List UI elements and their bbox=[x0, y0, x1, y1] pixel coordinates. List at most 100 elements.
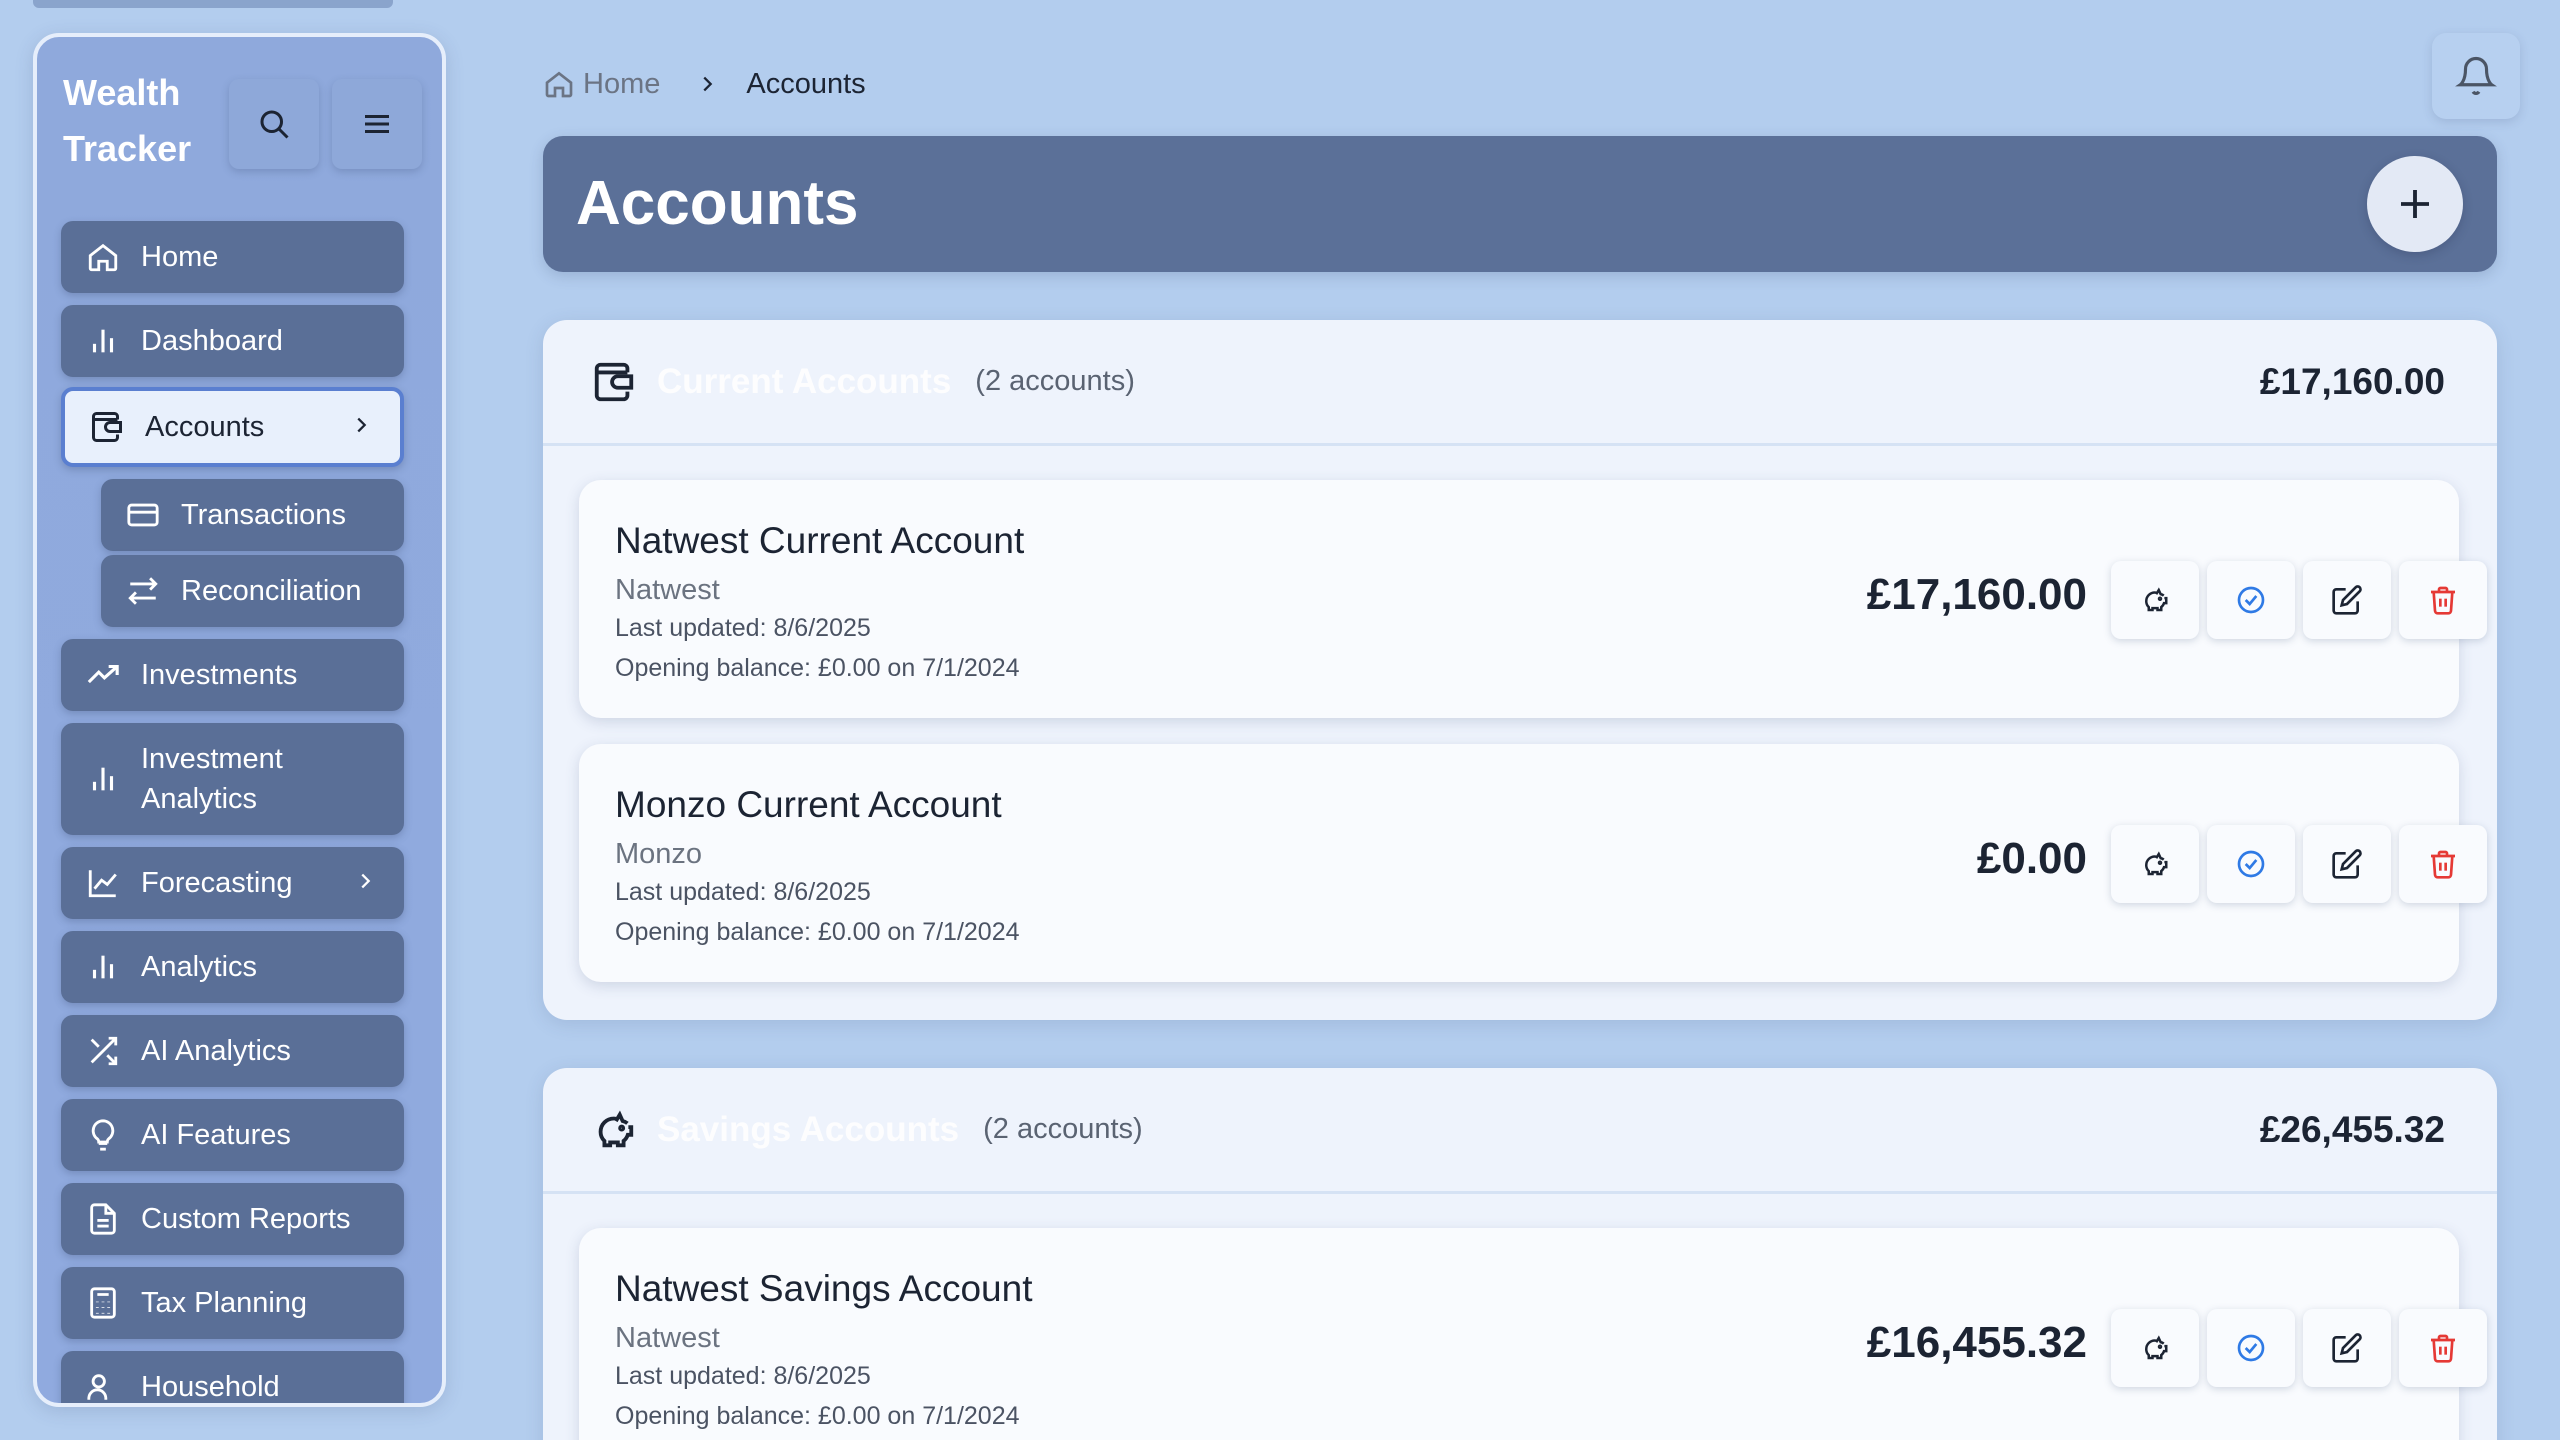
bar-chart-icon bbox=[85, 761, 121, 797]
goal-button[interactable] bbox=[2111, 1309, 2199, 1387]
add-account-button[interactable] bbox=[2367, 156, 2463, 252]
sidebar-item-investment-analytics[interactable]: Investment Analytics bbox=[61, 723, 404, 835]
home-icon bbox=[85, 239, 121, 275]
check-circle-icon bbox=[2237, 586, 2265, 614]
brand-name: Wealth Tracker bbox=[63, 72, 192, 169]
account-balance: £16,455.32 bbox=[1866, 1318, 2087, 1367]
reconcile-button[interactable] bbox=[2207, 561, 2295, 639]
account-last-updated: Last updated: 8/6/2025 bbox=[615, 878, 871, 906]
account-name: Natwest Current Account bbox=[615, 520, 1025, 561]
bar-chart-icon bbox=[85, 949, 121, 985]
section-title: Savings Accounts bbox=[657, 1109, 960, 1149]
breadcrumb-home-link[interactable]: Home bbox=[583, 68, 660, 101]
sidebar-item-custom-reports[interactable]: Custom Reports bbox=[61, 1183, 404, 1255]
account-last-updated: Last updated: 8/6/2025 bbox=[615, 614, 871, 642]
chevron-right-icon bbox=[350, 411, 372, 444]
section-count: (2 accounts) bbox=[983, 1113, 1143, 1145]
edit-icon bbox=[2332, 849, 2362, 879]
credit-card-icon bbox=[125, 497, 161, 533]
account-balance: £17,160.00 bbox=[1866, 570, 2087, 619]
trash-icon bbox=[2431, 586, 2455, 615]
breadcrumb-current: Accounts bbox=[746, 67, 866, 100]
sidebar: Wealth Tracker Home Dashboard Accounts T… bbox=[33, 33, 446, 1407]
breadcrumb: Home Accounts bbox=[543, 64, 866, 104]
notifications-button[interactable] bbox=[2432, 33, 2520, 119]
sidebar-item-home[interactable]: Home bbox=[61, 221, 404, 293]
sidebar-item-reconciliation[interactable]: Reconciliation bbox=[101, 555, 404, 627]
reconcile-button[interactable] bbox=[2207, 1309, 2295, 1387]
chevron-right-icon bbox=[354, 867, 376, 900]
check-circle-icon bbox=[2237, 1334, 2265, 1362]
account-bank: Monzo bbox=[615, 838, 703, 870]
account-bank: Natwest bbox=[615, 1322, 720, 1354]
delete-button[interactable] bbox=[2399, 1309, 2487, 1387]
sidebar-item-tax-planning[interactable]: Tax Planning bbox=[61, 1267, 404, 1339]
piggy-bank-icon bbox=[591, 1107, 637, 1153]
edit-button[interactable] bbox=[2303, 825, 2391, 903]
savings-accounts-section: Savings Accounts (2 accounts) £26,455.32… bbox=[543, 1068, 2497, 1440]
trash-icon bbox=[2431, 1334, 2455, 1363]
piggy-bank-icon bbox=[2144, 851, 2168, 876]
search-button[interactable] bbox=[229, 79, 319, 169]
document-icon bbox=[85, 1201, 121, 1237]
sidebar-item-label: Investment Analytics bbox=[141, 743, 283, 815]
piggy-bank-icon bbox=[2144, 587, 2168, 612]
section-header[interactable]: Savings Accounts (2 accounts) £26,455.32 bbox=[543, 1068, 2497, 1194]
sidebar-item-investments[interactable]: Investments bbox=[61, 639, 404, 711]
section-title: Current Accounts bbox=[657, 361, 952, 401]
sidebar-item-label: Analytics bbox=[141, 951, 258, 983]
account-card[interactable]: Monzo Current Account Monzo Last updated… bbox=[579, 744, 2487, 982]
line-chart-icon bbox=[85, 865, 121, 901]
sidebar-item-label: Forecasting bbox=[141, 867, 293, 899]
sidebar-item-dashboard[interactable]: Dashboard bbox=[61, 305, 404, 377]
menu-button[interactable] bbox=[332, 79, 422, 169]
wallet-icon bbox=[89, 409, 125, 445]
search-icon bbox=[260, 110, 289, 139]
account-name: Natwest Savings Account bbox=[615, 1268, 1033, 1309]
sidebar-item-transactions[interactable]: Transactions bbox=[101, 479, 404, 551]
sidebar-item-household[interactable]: Household bbox=[61, 1351, 404, 1403]
sidebar-item-ai-features[interactable]: AI Features bbox=[61, 1099, 404, 1171]
section-header[interactable]: Current Accounts (2 accounts) £17,160.00 bbox=[543, 320, 2497, 446]
piggy-bank-icon bbox=[2144, 1335, 2168, 1360]
section-count: (2 accounts) bbox=[975, 365, 1135, 397]
account-opening-balance: Opening balance: £0.00 on 7/1/2024 bbox=[615, 1402, 1020, 1430]
sidebar-item-label: AI Features bbox=[141, 1119, 291, 1151]
sidebar-item-label: Accounts bbox=[145, 411, 265, 443]
sidebar-item-accounts[interactable]: Accounts bbox=[61, 387, 404, 467]
delete-button[interactable] bbox=[2399, 561, 2487, 639]
account-card[interactable]: Natwest Current Account Natwest Last upd… bbox=[579, 480, 2487, 718]
reconcile-button[interactable] bbox=[2207, 825, 2295, 903]
check-circle-icon bbox=[2237, 850, 2265, 878]
sidebar-item-label: Reconciliation bbox=[181, 575, 362, 607]
trending-up-icon bbox=[85, 657, 121, 693]
plus-icon bbox=[2401, 190, 2429, 218]
users-icon bbox=[85, 1369, 121, 1403]
sidebar-item-label: Investments bbox=[141, 659, 298, 691]
goal-button[interactable] bbox=[2111, 561, 2199, 639]
chevron-right-icon bbox=[696, 73, 718, 95]
account-opening-balance: Opening balance: £0.00 on 7/1/2024 bbox=[615, 918, 1020, 946]
edit-icon bbox=[2332, 1333, 2362, 1363]
current-accounts-section: Current Accounts (2 accounts) £17,160.00… bbox=[543, 320, 2497, 1020]
sidebar-item-analytics[interactable]: Analytics bbox=[61, 931, 404, 1003]
account-card[interactable]: Natwest Savings Account Natwest Last upd… bbox=[579, 1228, 2487, 1440]
bar-chart-icon bbox=[85, 323, 121, 359]
sidebar-item-label: AI Analytics bbox=[141, 1035, 291, 1067]
sidebar-item-label: Tax Planning bbox=[141, 1287, 308, 1319]
sidebar-item-label: Dashboard bbox=[141, 325, 283, 357]
sidebar-item-ai-analytics[interactable]: AI Analytics bbox=[61, 1015, 404, 1087]
delete-button[interactable] bbox=[2399, 825, 2487, 903]
wallet-icon bbox=[591, 359, 637, 405]
edit-button[interactable] bbox=[2303, 561, 2391, 639]
edit-button[interactable] bbox=[2303, 1309, 2391, 1387]
home-icon bbox=[543, 68, 575, 100]
lightbulb-icon bbox=[85, 1117, 121, 1153]
menu-icon bbox=[365, 115, 389, 133]
goal-button[interactable] bbox=[2111, 825, 2199, 903]
account-balance: £0.00 bbox=[1976, 834, 2087, 883]
account-opening-balance: Opening balance: £0.00 on 7/1/2024 bbox=[615, 654, 1020, 682]
sidebar-item-forecasting[interactable]: Forecasting bbox=[61, 847, 404, 919]
sidebar-item-label: Custom Reports bbox=[141, 1203, 351, 1235]
section-total: £17,160.00 bbox=[2259, 360, 2445, 402]
